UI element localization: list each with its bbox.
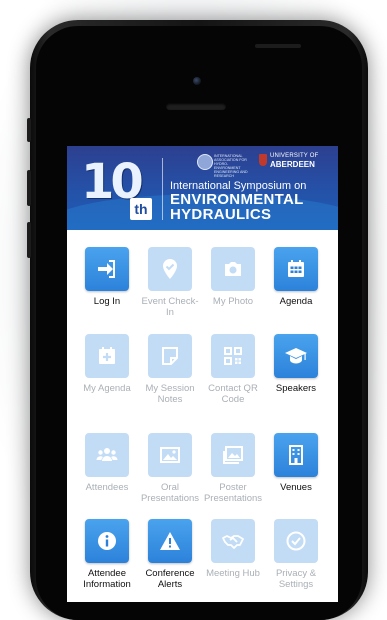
tile-label: Event Check-In: [141, 296, 199, 318]
tile-my-photo[interactable]: My Photo: [202, 247, 264, 307]
graduation-cap-icon: [274, 334, 318, 378]
tile-label: Attendees: [85, 482, 129, 493]
app-screen: 10 th INTERNATIONAL ASSOCIATION FOR HYDR…: [67, 146, 338, 602]
people-icon: [85, 433, 129, 477]
volume-up-button: [27, 170, 31, 206]
check-circle-icon: [274, 519, 318, 563]
tile-label: My Session Notes: [145, 383, 195, 405]
tile-label: Venues: [280, 482, 312, 493]
images-icon: [211, 433, 255, 477]
earpiece-speaker: [166, 103, 226, 110]
tile-my-session-notes[interactable]: My Session Notes: [139, 334, 201, 405]
edition-suffix: th: [130, 198, 152, 220]
tile-attendee-information[interactable]: Attendee Information: [76, 519, 138, 590]
camera-icon: [211, 247, 255, 291]
tile-label: Oral Presentations: [140, 482, 200, 504]
tile-label: Contact QR Code: [208, 383, 258, 405]
login-icon: [85, 247, 129, 291]
tile-label: Privacy & Settings: [275, 568, 317, 590]
association-logo: [197, 154, 213, 170]
checkin-icon: [148, 247, 192, 291]
tile-event-check-in[interactable]: Event Check-In: [139, 247, 201, 318]
tile-oral-presentations[interactable]: Oral Presentations: [139, 433, 201, 504]
alert-icon: [148, 519, 192, 563]
university-name-line1: UNIVERSITY OF: [270, 153, 319, 159]
menu-grid: Log In Event Check-In My Photo Agenda My…: [67, 230, 338, 602]
tile-label: My Photo: [212, 296, 254, 307]
notes-icon: [148, 334, 192, 378]
volume-down-button: [27, 222, 31, 258]
tile-contact-qr-code[interactable]: Contact QR Code: [202, 334, 264, 405]
tile-attendees[interactable]: Attendees: [76, 433, 138, 493]
tile-meeting-hub[interactable]: Meeting Hub: [202, 519, 264, 579]
banner-divider: [162, 158, 163, 220]
tile-poster-presentations[interactable]: Poster Presentations: [202, 433, 264, 504]
tile-label: Poster Presentations: [203, 482, 263, 504]
my-agenda-icon: [85, 334, 129, 378]
banner-title: ENVIRONMENTAL HYDRAULICS: [170, 192, 304, 222]
tile-conference-alerts[interactable]: Conference Alerts: [139, 519, 201, 590]
handshake-icon: [211, 519, 255, 563]
tile-label: My Agenda: [83, 383, 131, 394]
image-icon: [148, 433, 192, 477]
tile-my-agenda[interactable]: My Agenda: [76, 334, 138, 394]
tile-agenda[interactable]: Agenda: [265, 247, 327, 307]
university-name-line2: ABERDEEN: [270, 160, 315, 169]
university-crest-icon: [259, 154, 267, 166]
front-camera: [193, 77, 201, 85]
tile-label: Agenda: [279, 296, 313, 307]
event-banner: 10 th INTERNATIONAL ASSOCIATION FOR HYDR…: [67, 146, 338, 230]
association-logo-text: INTERNATIONAL ASSOCIATION FOR HYDRO-ENVI…: [214, 154, 248, 178]
banner-title-line2: HYDRAULICS: [170, 206, 272, 223]
tile-privacy-settings[interactable]: Privacy & Settings: [265, 519, 327, 590]
tile-label: Conference Alerts: [145, 568, 195, 590]
info-icon: [85, 519, 129, 563]
qr-code-icon: [211, 334, 255, 378]
building-icon: [274, 433, 318, 477]
calendar-icon: [274, 247, 318, 291]
mute-switch: [27, 118, 31, 142]
tile-venues[interactable]: Venues: [265, 433, 327, 493]
power-button: [255, 44, 301, 48]
tile-label: Meeting Hub: [206, 568, 260, 579]
banner-title-line1: ENVIRONMENTAL: [170, 191, 304, 208]
tile-label: Attendee Information: [83, 568, 131, 590]
tile-label: Speakers: [275, 383, 317, 394]
tile-label: Log In: [93, 296, 121, 307]
tile-log-in[interactable]: Log In: [76, 247, 138, 307]
tile-speakers[interactable]: Speakers: [265, 334, 327, 394]
